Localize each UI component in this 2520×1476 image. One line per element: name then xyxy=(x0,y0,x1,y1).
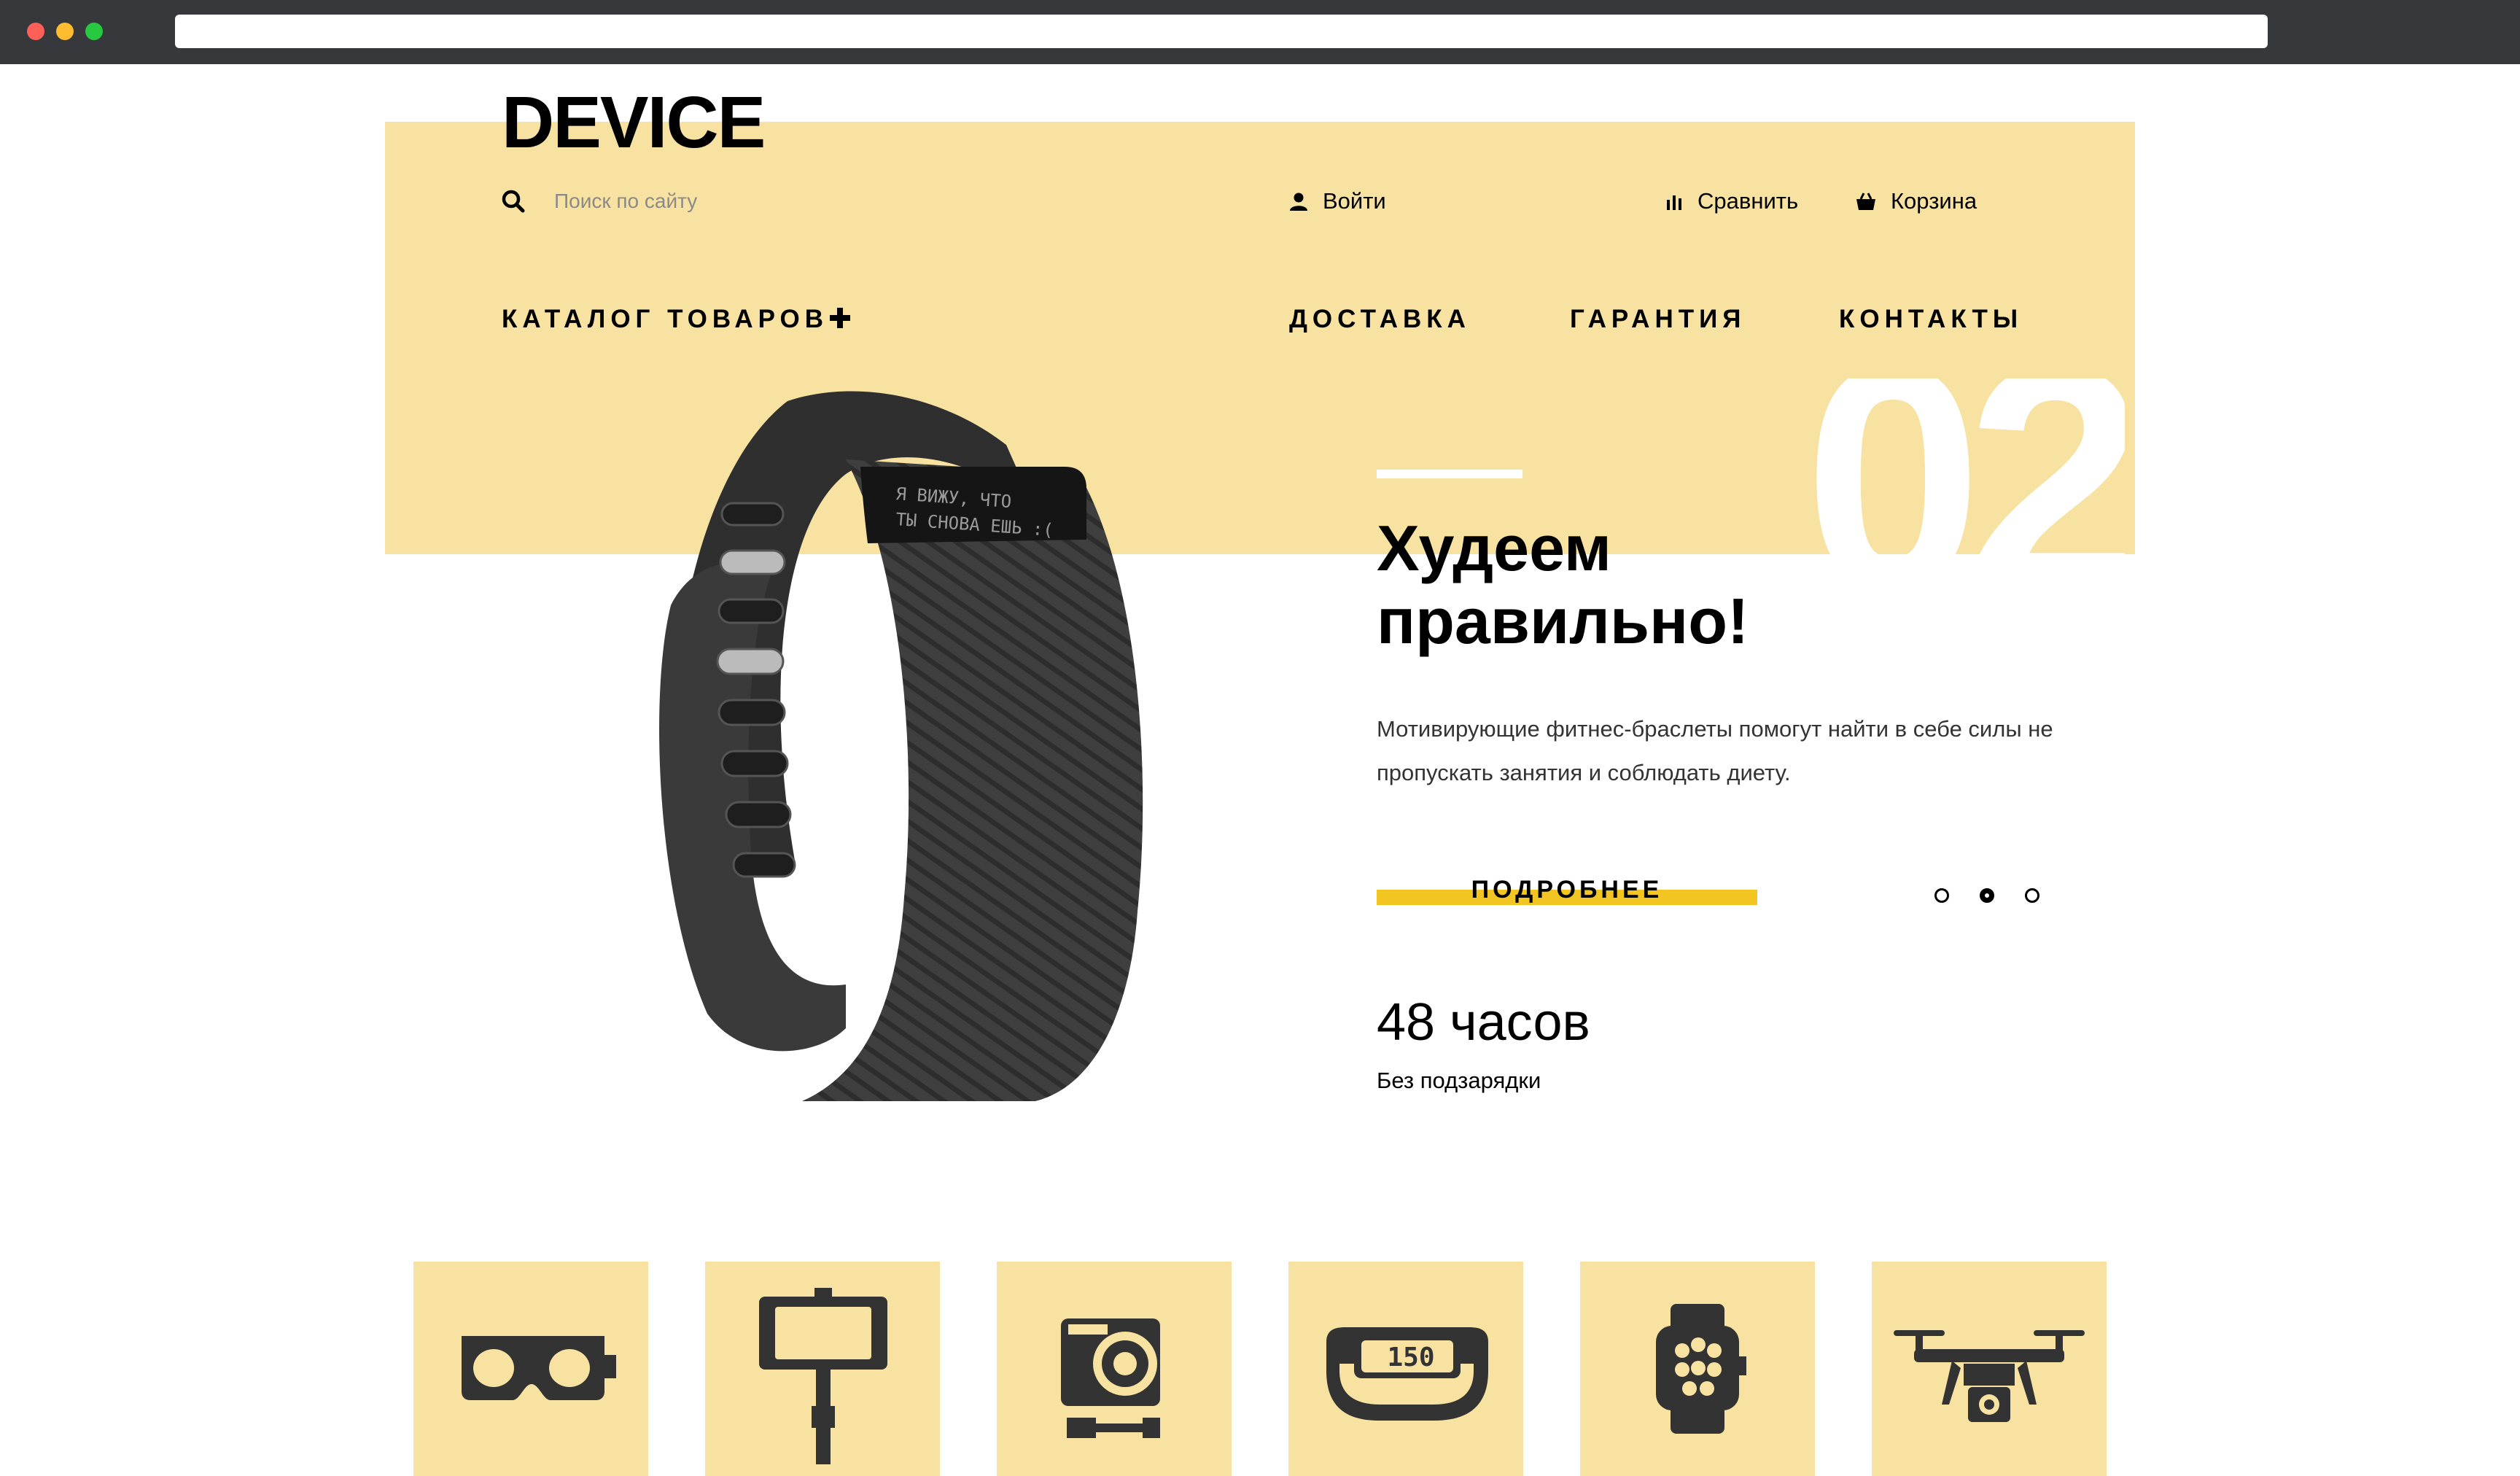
user-icon xyxy=(1290,193,1307,211)
search-icon[interactable] xyxy=(502,190,525,213)
selfie-stick-icon xyxy=(759,1288,887,1464)
address-bar[interactable] xyxy=(175,15,2268,48)
site-logo[interactable]: DEVICE xyxy=(502,86,766,159)
smartwatch-icon xyxy=(1656,1304,1746,1434)
nav-warranty[interactable]: ГАРАНТИЯ xyxy=(1570,306,1746,332)
close-window-button[interactable] xyxy=(27,23,44,40)
browser-chrome xyxy=(0,0,2520,64)
slide-title-line1: Худеем xyxy=(1377,512,1611,584)
slider-pagination xyxy=(1934,888,2039,903)
minimize-window-button[interactable] xyxy=(56,23,74,40)
login-link[interactable]: Войти xyxy=(1289,188,1386,214)
slide-description-line1: Мотивирующие фитнес-браслеты помогут най… xyxy=(1377,716,2053,742)
fitness-band-icon-display: 150 xyxy=(1387,1343,1434,1372)
compare-label: Сравнить xyxy=(1698,188,1799,214)
nav-catalog-label: КАТАЛОГ ТОВАРОВ xyxy=(502,305,829,333)
more-button[interactable]: ПОДРОБНЕЕ xyxy=(1377,877,1757,914)
battery-stat-label: Без подзарядки xyxy=(1377,1068,1541,1093)
category-drone[interactable] xyxy=(1872,1262,2107,1476)
fitness-band-icon: 150 xyxy=(1326,1327,1488,1421)
drone-icon xyxy=(1894,1330,2085,1422)
battery-stat-value: 48 часов xyxy=(1377,993,1590,1052)
fitness-band-image: Я ВИЖУ, ЧТО ТЫ СНОВА ЕШЬ :( xyxy=(659,391,1143,1101)
nav-delivery[interactable]: ДОСТАВКА xyxy=(1289,306,1471,332)
slider-dot-3[interactable] xyxy=(2025,888,2039,903)
action-camera-icon xyxy=(1061,1318,1160,1438)
category-action-camera[interactable] xyxy=(997,1262,1232,1476)
cart-link[interactable]: Корзина xyxy=(1856,188,1977,214)
login-label: Войти xyxy=(1323,188,1386,214)
cart-label: Корзина xyxy=(1891,188,1978,214)
slide-description-line2: пропускать занятия и соблюдать диету. xyxy=(1377,760,1791,785)
slide-description: Мотивирующие фитнес-браслеты помогут най… xyxy=(1377,707,2106,795)
more-button-label: ПОДРОБНЕЕ xyxy=(1471,876,1663,904)
vr-headset-icon xyxy=(462,1336,616,1400)
nav-contacts[interactable]: КОНТАКТЫ xyxy=(1839,306,2023,332)
category-fitness-band[interactable]: 150 xyxy=(1288,1262,1523,1476)
compare-icon xyxy=(1667,195,1681,210)
search-form xyxy=(502,189,1066,214)
search-input[interactable] xyxy=(553,189,1066,214)
slide-title: Худеем правильно! xyxy=(1377,512,1887,658)
plus-icon xyxy=(830,308,851,328)
category-vr[interactable] xyxy=(413,1262,648,1476)
category-smartwatch[interactable] xyxy=(1580,1262,1815,1476)
title-accent-bar xyxy=(1377,470,1522,478)
category-selfie-stick[interactable] xyxy=(705,1262,940,1476)
compare-link[interactable]: Сравнить xyxy=(1665,188,1798,214)
slider-dot-1[interactable] xyxy=(1934,888,1949,903)
nav-catalog[interactable]: КАТАЛОГ ТОВАРОВ xyxy=(502,305,851,333)
basket-icon xyxy=(1856,193,1875,210)
slide-title-line2: правильно! xyxy=(1377,585,1749,657)
maximize-window-button[interactable] xyxy=(85,23,103,40)
slider-dot-2[interactable] xyxy=(1980,888,1994,903)
